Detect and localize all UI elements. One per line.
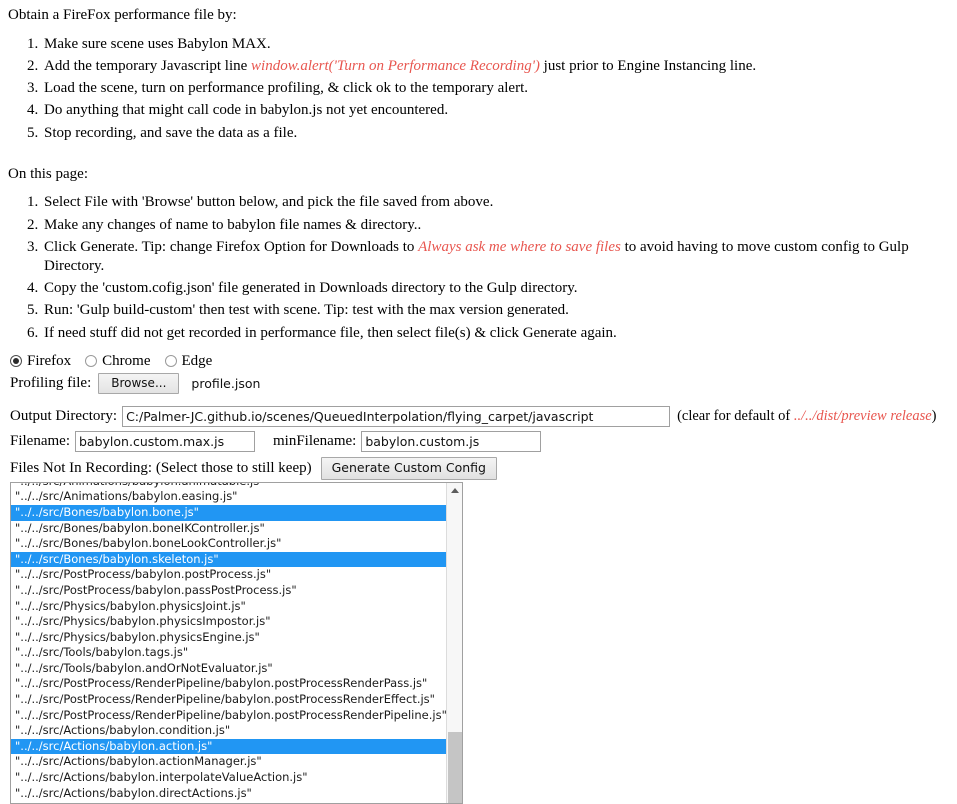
output-directory-label: Output Directory:: [10, 408, 118, 425]
browser-radio-firefox[interactable]: Firefox: [10, 353, 71, 370]
file-list-item[interactable]: "../../src/Animations/babylon.easing.js": [11, 489, 447, 505]
step-item: Load the scene, turn on performance prof…: [42, 79, 949, 98]
file-list-item[interactable]: "../../src/Physics/babylon.physicsEngine…: [11, 630, 447, 646]
profiling-file-label: Profiling file:: [10, 374, 92, 391]
file-list-item[interactable]: "../../src/Bones/babylon.boneLookControl…: [11, 536, 447, 552]
file-list-item[interactable]: "../../src/Actions/babylon.action.js": [11, 738, 447, 755]
browser-radio-chrome[interactable]: Chrome: [85, 352, 151, 370]
listbox-scrollbar[interactable]: [446, 482, 462, 803]
step-item: Make sure scene uses Babylon MAX.: [42, 35, 949, 54]
step-text-tail: just prior to Engine Instancing line.: [539, 57, 757, 74]
step-text: Stop recording, and save the data as a f…: [44, 124, 298, 141]
file-list-options[interactable]: "../../src/Animations/babylon.animatable…: [11, 483, 447, 803]
file-list-item[interactable]: "../../src/Actions/babylon.actionManager…: [11, 754, 447, 770]
step-item: Select File with 'Browse' button below, …: [42, 193, 949, 212]
output-directory-note: (clear for default of ../../dist/preview…: [677, 408, 936, 425]
step-text: Add the temporary Javascript line: [44, 57, 252, 74]
step-item: Do anything that might call code in baby…: [42, 101, 949, 120]
browser-radio-label: Edge: [181, 352, 213, 369]
step-emphasis: window.alert('Turn on Performance Record…: [251, 57, 540, 74]
step-item: Stop recording, and save the data as a f…: [42, 124, 949, 143]
obtain-steps-list: Make sure scene uses Babylon MAX. Add the…: [8, 35, 949, 143]
file-list-item[interactable]: "../../src/Bones/babylon.boneIKControlle…: [11, 521, 447, 537]
scrollbar-thumb[interactable]: [448, 732, 462, 803]
browser-radio-edge[interactable]: Edge: [164, 352, 213, 370]
page-steps-list: Select File with 'Browse' button below, …: [8, 193, 949, 342]
step-item: Copy the 'custom.cofig.json' file genera…: [42, 279, 949, 298]
filename-row: Filename: minFilename:: [10, 431, 949, 453]
file-list-item[interactable]: "../../src/Bones/babylon.bone.js": [11, 504, 447, 521]
step-text: Copy the 'custom.cofig.json' file genera…: [44, 280, 578, 297]
output-directory-row: Output Directory: (clear for default of …: [10, 406, 949, 428]
radio-icon[interactable]: [85, 355, 98, 368]
profiling-file-row: Profiling file: Browse... profile.json: [10, 372, 949, 395]
file-list-item[interactable]: "../../src/Actions/babylon.directAudioAc…: [11, 801, 447, 803]
onthispage-heading: On this page:: [8, 165, 88, 182]
scroll-up-arrow-icon[interactable]: [447, 483, 462, 499]
step-text: Run: 'Gulp build-custom' then test with …: [44, 302, 569, 319]
step-item: Make any changes of name to babylon file…: [42, 216, 949, 235]
file-list-item[interactable]: "../../src/Actions/babylon.condition.js": [11, 723, 447, 739]
step-item: Click Generate. Tip: change Firefox Opti…: [42, 238, 949, 276]
file-list-item[interactable]: "../../src/PostProcess/RenderPipeline/ba…: [11, 692, 447, 708]
step-text: Click Generate. Tip: change Firefox Opti…: [44, 238, 419, 255]
filename-label: Filename:: [10, 433, 70, 450]
browse-button[interactable]: Browse...: [98, 372, 180, 395]
step-text: Make sure scene uses Babylon MAX.: [44, 35, 271, 52]
file-list-item[interactable]: "../../src/PostProcess/babylon.postProce…: [11, 567, 447, 583]
generate-row: Files Not In Recording: (Select those to…: [10, 457, 949, 480]
step-text: Make any changes of name to babylon file…: [44, 216, 422, 233]
file-listbox[interactable]: "../../src/Animations/babylon.animatable…: [10, 481, 463, 804]
step-text: Do anything that might call code in baby…: [44, 102, 449, 119]
browser-radio-group: Firefox Chrome Edge: [10, 353, 949, 370]
step-text: If need stuff did not get recorded in pe…: [44, 324, 617, 341]
file-list-item[interactable]: "../../src/Physics/babylon.physicsJoint.…: [11, 599, 447, 615]
file-list-item[interactable]: "../../src/PostProcess/babylon.passPostP…: [11, 583, 447, 599]
step-text: Select File with 'Browse' button below, …: [44, 194, 494, 211]
note-default-path: ../../dist/preview release: [793, 408, 932, 425]
filename-input[interactable]: [75, 431, 255, 453]
file-list-item[interactable]: "../../src/Animations/babylon.animatable…: [11, 483, 447, 490]
file-list-item[interactable]: "../../src/Tools/babylon.andOrNotEvaluat…: [11, 661, 447, 677]
output-directory-input[interactable]: [122, 406, 671, 428]
file-list-item[interactable]: "../../src/Bones/babylon.skeleton.js": [11, 551, 447, 568]
file-list-item[interactable]: "../../src/Actions/babylon.interpolateVa…: [11, 770, 447, 786]
selected-profile-filename: profile.json: [191, 375, 261, 391]
step-item: Run: 'Gulp build-custom' then test with …: [42, 301, 949, 320]
note-prefix: (clear for default of: [677, 408, 794, 425]
min-filename-input[interactable]: [361, 431, 542, 453]
radio-icon[interactable]: [10, 355, 22, 368]
file-list-item[interactable]: "../../src/PostProcess/RenderPipeline/ba…: [11, 708, 447, 724]
file-list-item[interactable]: "../../src/Actions/babylon.directActions…: [11, 786, 447, 802]
page-root: Obtain a FireFox performance file by: Ma…: [0, 0, 957, 804]
file-list-item[interactable]: "../../src/Tools/babylon.tags.js": [11, 645, 447, 661]
min-filename-label: minFilename:: [273, 433, 357, 450]
file-list-item[interactable]: "../../src/PostProcess/RenderPipeline/ba…: [11, 676, 447, 692]
step-text: Load the scene, turn on performance prof…: [44, 80, 528, 97]
files-not-in-recording-label: Files Not In Recording: (Select those to…: [10, 459, 312, 476]
radio-icon[interactable]: [164, 355, 177, 368]
step-item: Add the temporary Javascript line window…: [42, 57, 949, 76]
step-item: If need stuff did not get recorded in pe…: [42, 324, 949, 343]
note-suffix: ): [931, 408, 937, 425]
browser-radio-label: Firefox: [27, 352, 72, 369]
step-emphasis: Always ask me where to save files: [418, 238, 621, 255]
generate-custom-config-button[interactable]: Generate Custom Config: [320, 457, 497, 480]
file-list-item[interactable]: "../../src/Physics/babylon.physicsImpost…: [11, 614, 447, 630]
obtain-heading: Obtain a FireFox performance file by:: [8, 7, 237, 23]
browser-radio-label: Chrome: [102, 352, 151, 369]
